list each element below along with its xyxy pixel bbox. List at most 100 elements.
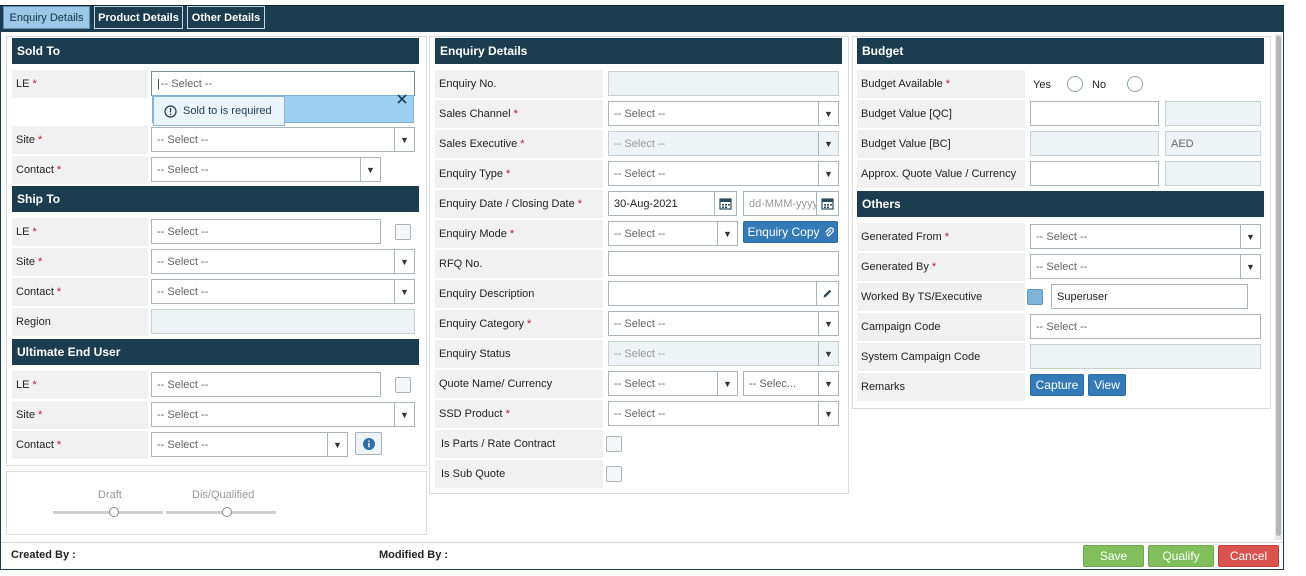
ship-to-contact-select[interactable]: -- Select -- ▼ (151, 279, 415, 304)
ship-to-site-select[interactable]: -- Select -- ▼ (151, 249, 415, 274)
chevron-down-icon[interactable]: ▼ (818, 372, 838, 395)
chevron-down-icon[interactable]: ▼ (394, 280, 414, 303)
close-icon[interactable] (397, 94, 407, 104)
ultimate-same-checkbox[interactable] (395, 377, 411, 393)
campaign-label: Campaign Code (857, 313, 1025, 341)
tab-other-details[interactable]: Other Details (187, 6, 265, 29)
cancel-button[interactable]: Cancel (1218, 545, 1279, 567)
worked-by-input[interactable]: Superuser (1051, 284, 1248, 309)
sales-channel-select[interactable]: -- Select -- ▼ (608, 101, 839, 126)
enquiry-mode-select[interactable]: -- Select -- ▼ (608, 221, 738, 246)
generated-by-select[interactable]: -- Select -- ▼ (1030, 254, 1261, 279)
ultimate-title: Ultimate End User (17, 345, 121, 359)
value-bc-label: Budget Value [BC] (857, 130, 1025, 158)
remarks-label: Remarks (857, 373, 1025, 401)
chevron-down-icon[interactable]: ▼ (818, 312, 838, 335)
qualified-label: Dis/Qualified (192, 489, 255, 501)
category-label: Enquiry Category * (435, 310, 603, 338)
value-qc-input[interactable] (1030, 101, 1159, 126)
ship-to-le-input[interactable]: -- Select -- (151, 219, 381, 244)
info-icon (362, 437, 375, 450)
chevron-down-icon[interactable]: ▼ (394, 403, 414, 426)
draft-knob[interactable] (109, 507, 119, 517)
enquiry-header: Enquiry Details (435, 38, 842, 64)
description-input[interactable] (608, 281, 839, 306)
worked-by-checkbox[interactable] (1027, 289, 1043, 305)
tab-enquiry-details[interactable]: Enquiry Details (3, 6, 90, 29)
budget-title: Budget (862, 44, 904, 58)
chevron-down-icon[interactable]: ▼ (818, 402, 838, 425)
enquiry-no-field (608, 71, 839, 96)
qualify-button[interactable]: Qualify (1148, 545, 1214, 567)
info-icon (164, 104, 177, 118)
ultimate-contact-select[interactable]: -- Select -- ▼ (151, 432, 348, 457)
calendar-icon[interactable] (816, 192, 838, 215)
chevron-down-icon[interactable]: ▼ (1240, 225, 1260, 248)
status-select: -- Select -- ▼ (608, 341, 839, 366)
sold-to-site-select[interactable]: -- Select -- ▼ (151, 127, 415, 152)
ship-to-same-checkbox[interactable] (395, 224, 411, 240)
chevron-down-icon[interactable]: ▼ (1240, 255, 1260, 278)
chevron-down-icon[interactable]: ▼ (818, 162, 838, 185)
modified-by-label: Modified By : (379, 549, 449, 561)
generated-from-select[interactable]: -- Select -- ▼ (1030, 224, 1261, 249)
chevron-down-icon: ▼ (818, 132, 838, 155)
budget-yes-radio[interactable] (1067, 76, 1083, 92)
region-field (151, 309, 415, 334)
quote-name-select[interactable]: -- Select -- ▼ (608, 371, 738, 396)
sold-to-contact-select[interactable]: -- Select -- ▼ (151, 157, 381, 182)
budget-available-label: Budget Available * (857, 70, 1025, 98)
subquote-checkbox[interactable] (606, 466, 622, 482)
ultimate-site-select[interactable]: -- Select -- ▼ (151, 402, 415, 427)
view-button[interactable]: View (1088, 374, 1126, 396)
chevron-down-icon[interactable]: ▼ (327, 433, 347, 456)
enquiry-mode-label: Enquiry Mode * (435, 220, 603, 248)
no-label: No (1092, 79, 1107, 91)
system-campaign-field (1030, 344, 1261, 369)
currency-select[interactable]: -- Selec... ▼ (743, 371, 839, 396)
ssd-label: SSD Product * (435, 400, 603, 428)
campaign-input[interactable]: -- Select -- (1030, 314, 1261, 339)
chevron-down-icon[interactable]: ▼ (360, 158, 380, 181)
others-title: Others (862, 197, 901, 211)
ship-to-le-label: LE * (12, 218, 148, 246)
chevron-down-icon[interactable]: ▼ (394, 128, 414, 151)
chevron-down-icon[interactable]: ▼ (394, 250, 414, 273)
category-select[interactable]: -- Select -- ▼ (608, 311, 839, 336)
save-button[interactable]: Save (1083, 545, 1144, 567)
ultimate-site-label: Site * (12, 401, 148, 429)
ship-to-header: Ship To (12, 186, 419, 212)
enquiry-type-select[interactable]: -- Select -- ▼ (608, 161, 839, 186)
budget-header: Budget (857, 38, 1264, 64)
chevron-down-icon[interactable]: ▼ (717, 372, 737, 395)
enquiry-date-input[interactable]: 30-Aug-2021 (608, 191, 737, 216)
ssd-select[interactable]: -- Select -- ▼ (608, 401, 839, 426)
qualified-knob[interactable] (222, 507, 232, 517)
sold-to-le-input[interactable]: | -- Select -- (151, 71, 415, 96)
chevron-down-icon[interactable]: ▼ (717, 222, 737, 245)
ship-to-site-label: Site * (12, 248, 148, 276)
validation-tooltip: Sold to is required (152, 94, 414, 126)
draft-track (53, 511, 163, 514)
calendar-icon[interactable] (714, 192, 736, 215)
enquiry-no-label: Enquiry No. (435, 70, 603, 98)
capture-button[interactable]: Capture (1030, 374, 1084, 396)
error-text: Sold to is required (183, 105, 272, 117)
parts-checkbox[interactable] (606, 436, 622, 452)
approx-input[interactable] (1030, 161, 1159, 186)
closing-date-input[interactable]: dd-MMM-yyyy (743, 191, 839, 216)
chevron-down-icon[interactable]: ▼ (818, 102, 838, 125)
created-by-label: Created By : (11, 549, 76, 561)
scrollbar-thumb[interactable] (1276, 36, 1281, 536)
tab-product-details[interactable]: Product Details (94, 6, 183, 29)
enquiry-copy-button[interactable]: Enquiry Copy (743, 221, 838, 243)
value-qc-label: Budget Value [QC] (857, 100, 1025, 128)
sold-to-title: Sold To (17, 44, 61, 58)
budget-no-radio[interactable] (1127, 76, 1143, 92)
rfq-input[interactable] (608, 251, 839, 276)
pencil-icon[interactable] (816, 282, 838, 305)
ultimate-le-input[interactable]: -- Select -- (151, 372, 381, 397)
contact-info-button[interactable] (355, 432, 382, 455)
yes-label: Yes (1033, 79, 1051, 91)
description-label: Enquiry Description (435, 280, 603, 308)
